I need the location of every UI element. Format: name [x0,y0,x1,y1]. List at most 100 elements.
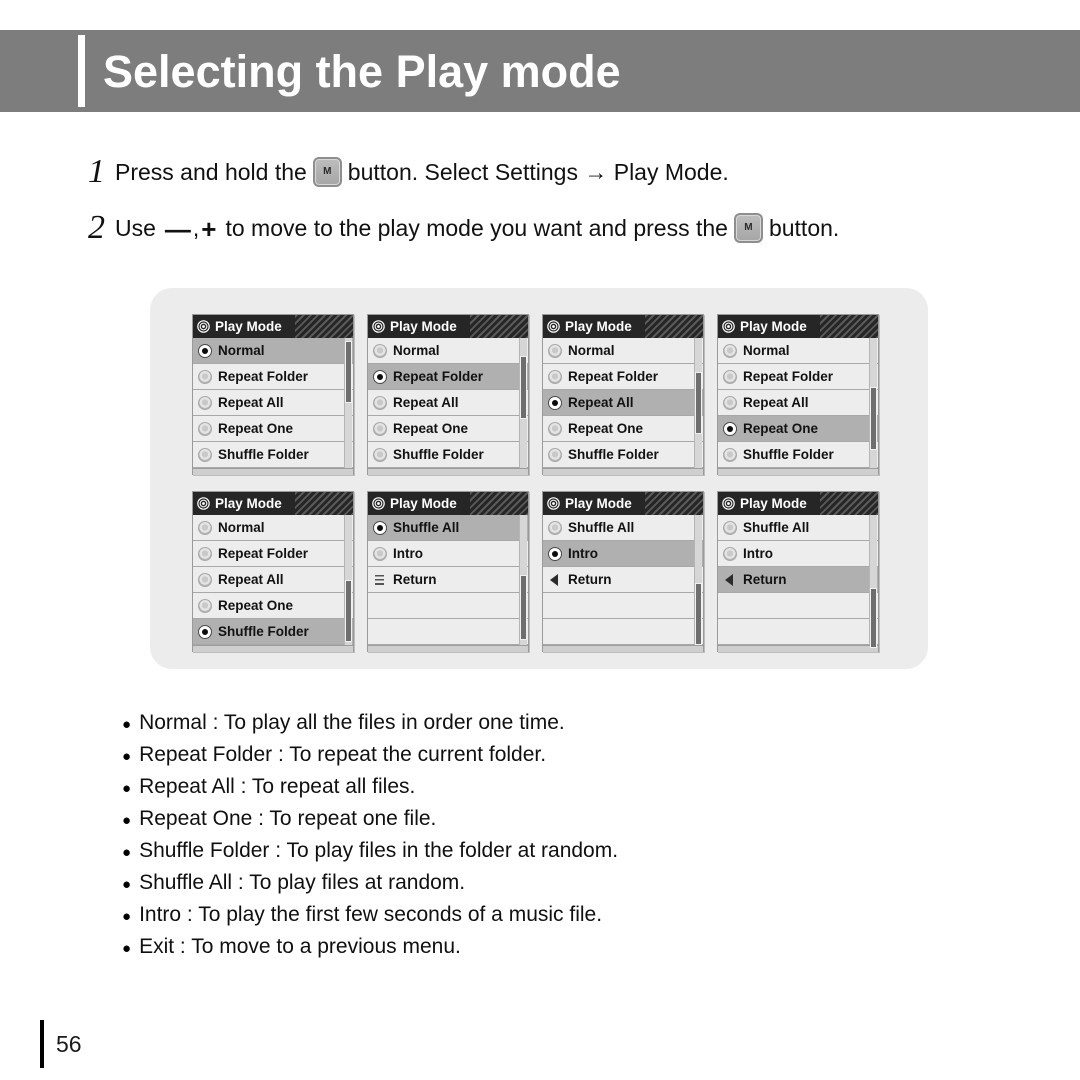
lcd-scrollbar[interactable] [869,338,877,468]
lcd-menu-item[interactable]: Shuffle Folder [193,442,353,468]
lcd-scrollbar-thumb[interactable] [345,580,352,643]
lcd-menu-item[interactable]: Shuffle All [543,515,703,541]
lcd-title-text: Play Mode [390,319,457,334]
lcd-menu-item[interactable]: Repeat All [368,390,528,416]
radio-unselected-icon [373,395,387,410]
lcd-menu-item[interactable]: Repeat One [193,593,353,619]
lcd-bottom-bezel [718,468,878,475]
lcd-bottom-bezel [368,645,528,652]
lcd-menu-item-label: Normal [743,343,790,358]
lcd-menu-item[interactable]: Repeat One [718,416,878,442]
lcd-menu-item[interactable]: Return [368,567,528,593]
bullet-icon: ● [122,812,132,829]
lcd-titlebar: Play Mode [718,492,878,515]
lcd-scrollbar[interactable] [694,515,702,645]
lcd-menu-item[interactable]: Repeat Folder [718,364,878,390]
description-text: Shuffle Folder : To play files in the fo… [139,839,619,862]
lcd-menu-item[interactable]: Repeat All [193,390,353,416]
lcd-menu-item[interactable]: Normal [193,515,353,541]
lcd-menu-item[interactable]: Repeat Folder [543,364,703,390]
return-arrow-icon [723,573,737,587]
step-2-text-before: Use [115,214,156,241]
step-2-text-after: button. [768,214,840,241]
radio-unselected-icon [723,343,737,358]
lcd-menu-item[interactable]: Repeat All [193,567,353,593]
lcd-menu-item[interactable]: Intro [543,541,703,567]
radio-unselected-icon [373,546,387,561]
lcd-menu-item[interactable]: Normal [193,338,353,364]
lcd-scrollbar[interactable] [519,338,527,468]
radio-unselected-icon [548,343,562,358]
radio-unselected-icon [373,421,387,436]
lcd-menu-item[interactable]: Return [718,567,878,593]
radio-selected-icon [198,624,212,639]
bullet-icon: ● [122,908,132,925]
lcd-menu-item-label: Shuffle Folder [393,447,484,462]
lcd-scrollbar[interactable] [869,515,877,648]
radio-selected-icon [373,369,387,384]
lcd-titlebar: Play Mode [718,315,878,338]
lcd-menu-item[interactable]: Shuffle Folder [193,619,353,645]
description-item: ● Repeat All : To repeat all files. [122,772,982,804]
lcd-menu-item[interactable]: Repeat All [718,390,878,416]
lcd-menu-list: Shuffle All Intro Return [718,515,878,648]
lcd-menu-item[interactable]: Shuffle All [718,515,878,541]
radio-unselected-icon [723,395,737,410]
lcd-scrollbar-thumb[interactable] [520,574,527,640]
lcd-scrollbar-thumb[interactable] [520,356,527,419]
glyph-separator: , [192,214,200,241]
page-header-band: Selecting the Play mode [0,30,1080,112]
lcd-menu-item[interactable]: Normal [368,338,528,364]
lcd-menu-item[interactable]: Normal [718,338,878,364]
lcd-menu-item[interactable]: Repeat All [543,390,703,416]
bullet-icon: ● [122,876,132,893]
lcd-menu-item[interactable]: Intro [718,541,878,567]
lcd-menu-item-empty [368,619,528,645]
lcd-menu-item[interactable]: Shuffle Folder [718,442,878,468]
lcd-menu-item[interactable]: Repeat Folder [193,364,353,390]
lcd-scrollbar-thumb[interactable] [870,587,877,648]
lcd-bottom-bezel [193,645,353,652]
description-item: ● Intro : To play the first few seconds o… [122,900,982,932]
lcd-scrollbar-thumb[interactable] [695,371,702,435]
gear-icon [547,497,560,510]
lcd-scrollbar-thumb[interactable] [695,582,702,645]
radio-unselected-icon [723,546,737,561]
gear-icon [722,320,735,333]
gear-icon [722,497,735,510]
lcd-menu-item[interactable]: Shuffle Folder [543,442,703,468]
bullet-icon: ● [122,748,132,765]
lcd-menu-item[interactable]: Return [543,567,703,593]
lcd-scrollbar[interactable] [344,338,352,468]
lcd-menu-item[interactable]: Repeat Folder [368,364,528,390]
lcd-scrollbar[interactable] [694,338,702,468]
lcd-bottom-bezel [543,645,703,652]
description-item: ● Shuffle All : To play files at random. [122,868,982,900]
radio-selected-icon [723,421,737,436]
lcd-menu-item[interactable]: Shuffle Folder [368,442,528,468]
lcd-menu-item[interactable]: Repeat One [193,416,353,442]
lcd-menu-item[interactable]: Repeat Folder [193,541,353,567]
gear-icon [197,320,210,333]
lcd-title-text: Play Mode [740,319,807,334]
lcd-menu-item-label: Normal [568,343,615,358]
lcd-scrollbar[interactable] [344,515,352,645]
lcd-scrollbar[interactable] [519,515,527,645]
lcd-menu-item-label: Shuffle All [393,520,460,535]
lcd-menu-item[interactable]: Repeat One [543,416,703,442]
lcd-screen-7: Play Mode Shuffle All Intro Return [542,491,704,652]
bullet-icon: ● [122,780,132,797]
lcd-menu-item[interactable]: Intro [368,541,528,567]
radio-unselected-icon [723,520,737,535]
lcd-scrollbar-thumb[interactable] [345,340,352,403]
lcd-scrollbar-thumb[interactable] [870,387,877,450]
radio-selected-icon [548,395,562,410]
lcd-menu-item[interactable]: Normal [543,338,703,364]
lcd-menu-list: Normal Repeat Folder Repeat All Repeat One S… [193,515,353,645]
description-text: Normal : To play all the files in order … [139,711,565,734]
lcd-title-text: Play Mode [565,319,632,334]
lcd-menu-item[interactable]: Repeat One [368,416,528,442]
lcd-menu-item[interactable]: Shuffle All [368,515,528,541]
lcd-menu-item-label: Repeat All [218,572,284,587]
lcd-menu-item-label: Intro [568,546,598,561]
